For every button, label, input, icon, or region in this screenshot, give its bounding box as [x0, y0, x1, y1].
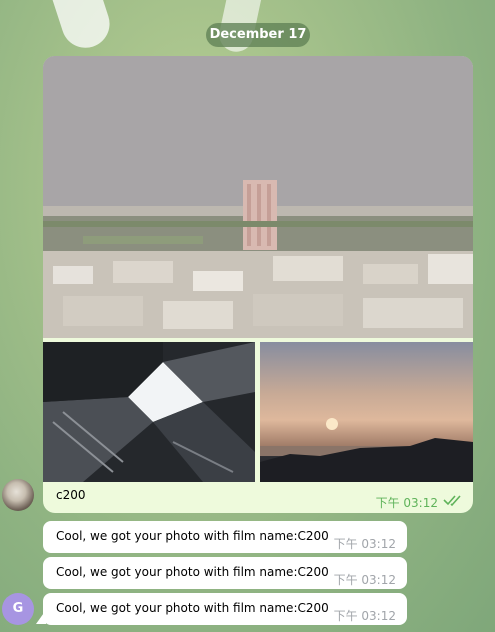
- message-text: Cool, we got your photo with film name:C…: [56, 601, 329, 615]
- photo-sunset-sea[interactable]: [260, 342, 473, 482]
- double-check-icon: [443, 495, 461, 507]
- message-time: 下午 03:12: [333, 537, 396, 551]
- message-bubble[interactable]: Cool, we got your photo with film name:C…: [43, 593, 407, 625]
- bubble-tail: [36, 610, 46, 624]
- message-time: 下午 03:12: [333, 609, 396, 623]
- album-caption: c200: [56, 488, 86, 502]
- avatar[interactable]: [2, 479, 34, 511]
- date-separator[interactable]: December 17: [206, 23, 310, 47]
- photo-cityscape[interactable]: [43, 56, 473, 338]
- avatar[interactable]: G: [2, 593, 34, 625]
- photo-album-message[interactable]: c200 下午 03:12: [43, 56, 473, 513]
- message-time: 下午 03:12: [375, 496, 438, 510]
- wallpaper-pattern: [52, 0, 116, 54]
- message-time: 下午 03:12: [333, 573, 396, 587]
- message-text: Cool, we got your photo with film name:C…: [56, 565, 329, 579]
- message-bubble[interactable]: Cool, we got your photo with film name:C…: [43, 557, 407, 589]
- photo-building-lookup[interactable]: [43, 342, 255, 482]
- message-bubble[interactable]: Cool, we got your photo with film name:C…: [43, 521, 407, 553]
- message-text: Cool, we got your photo with film name:C…: [56, 529, 329, 543]
